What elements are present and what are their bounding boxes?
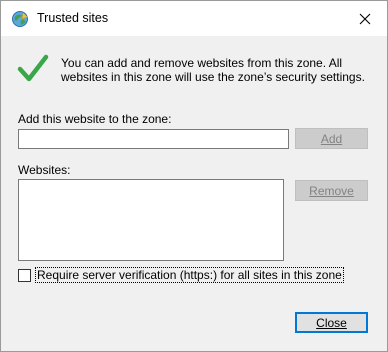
add-website-input[interactable] <box>18 129 289 149</box>
websites-list[interactable] <box>18 179 284 261</box>
close-button[interactable]: Close <box>295 312 368 333</box>
window-title: Trusted sites <box>37 11 109 25</box>
close-button-label: Close <box>316 315 347 330</box>
add-website-label: Add this website to the zone: <box>18 112 172 126</box>
add-button[interactable]: Add <box>295 128 368 149</box>
https-verification-label[interactable]: Require server verification (https:) for… <box>35 267 344 283</box>
close-icon[interactable] <box>343 1 387 36</box>
websites-label: Websites: <box>18 163 71 177</box>
zone-description: You can add and remove websites from thi… <box>61 56 365 84</box>
add-button-label: Add <box>320 131 343 146</box>
https-verification-checkbox[interactable] <box>18 268 31 282</box>
checkmark-icon <box>17 52 49 84</box>
internet-options-globe-icon <box>11 10 29 28</box>
https-verification-option[interactable]: Require server verification (https:) for… <box>18 267 344 283</box>
remove-button[interactable]: Remove <box>295 180 368 201</box>
title-bar: Trusted sites <box>1 1 387 36</box>
trusted-sites-dialog: Trusted sites You can add and remove web… <box>0 0 388 352</box>
remove-button-label: Remove <box>309 183 354 198</box>
